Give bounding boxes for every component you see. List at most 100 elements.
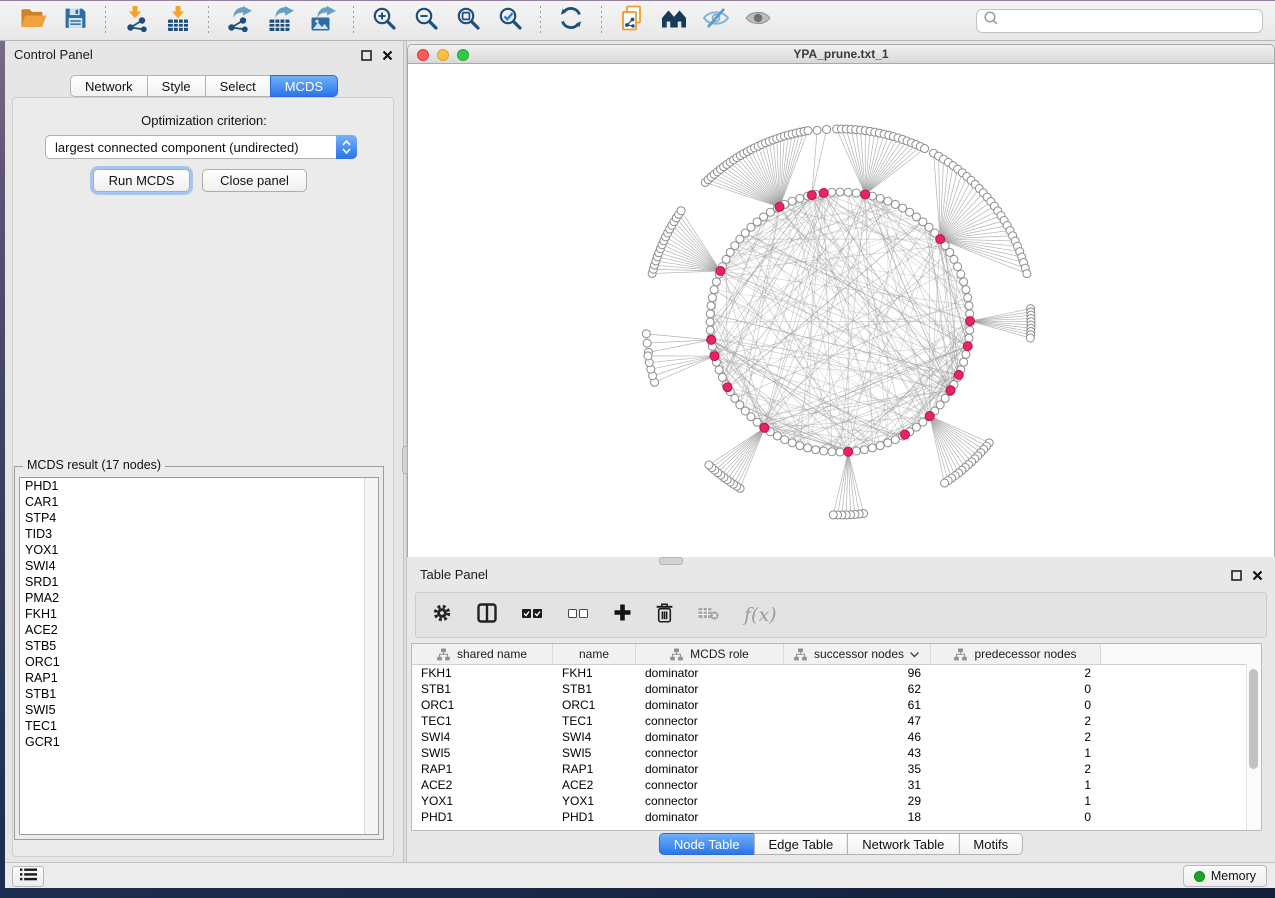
maximize-window-icon[interactable]: [457, 49, 469, 61]
table-row[interactable]: STB1STB1dominator620: [412, 681, 1261, 697]
tab-style[interactable]: Style: [147, 75, 206, 97]
tab-motifs[interactable]: Motifs: [958, 833, 1023, 855]
table-cell: 2: [931, 714, 1101, 728]
table-cell: connector: [636, 714, 784, 728]
tab-select[interactable]: Select: [205, 75, 271, 97]
tab-mcds[interactable]: MCDS: [270, 75, 338, 97]
close-panel-icon[interactable]: [382, 48, 393, 66]
table-row[interactable]: ORC1ORC1dominator610: [412, 697, 1261, 713]
save-session-button[interactable]: [60, 6, 90, 36]
mcds-result-item[interactable]: TEC1: [20, 718, 378, 734]
zoom-fit-icon: [455, 5, 481, 36]
table-row[interactable]: SWI5SWI5connector431: [412, 745, 1261, 761]
table-cell: 61: [784, 698, 931, 712]
column-header-mcds-role[interactable]: MCDS role: [636, 644, 784, 664]
mcds-result-item[interactable]: YOX1: [20, 542, 378, 558]
open-file-button[interactable]: [18, 6, 48, 36]
mcds-result-item[interactable]: STB5: [20, 638, 378, 654]
column-header-predecessor-nodes[interactable]: predecessor nodes: [931, 644, 1101, 664]
mcds-result-item[interactable]: ORC1: [20, 654, 378, 670]
mcds-result-item[interactable]: TID3: [20, 526, 378, 542]
close-panel-icon[interactable]: [1252, 568, 1263, 586]
table-row[interactable]: ACE2ACE2connector311: [412, 777, 1261, 793]
settings-gear-icon[interactable]: [432, 603, 452, 628]
show-column-icon[interactable]: [477, 603, 497, 628]
table-row[interactable]: PHD1PHD1dominator180: [412, 809, 1261, 825]
hide-selected-button[interactable]: [701, 6, 731, 36]
column-header-shared-name[interactable]: shared name: [412, 644, 553, 664]
refresh-view-button[interactable]: [556, 6, 586, 36]
close-window-icon[interactable]: [417, 49, 429, 61]
import-table-button[interactable]: [163, 6, 193, 36]
add-entry-icon[interactable]: [614, 604, 631, 626]
first-neighbors-button[interactable]: [659, 6, 689, 36]
zoom-in-button[interactable]: [369, 6, 399, 36]
tab-node-table[interactable]: Node Table: [659, 833, 755, 855]
minimize-window-icon[interactable]: [437, 49, 449, 61]
network-graph[interactable]: [408, 64, 1274, 555]
delete-entry-icon[interactable]: [656, 603, 673, 628]
table-cell: SWI5: [412, 746, 553, 760]
task-history-button[interactable]: [12, 866, 44, 887]
table-cell: 47: [784, 714, 931, 728]
zoom-selected-icon: [497, 5, 523, 36]
mcds-result-item[interactable]: STP4: [20, 510, 378, 526]
window-controls: [417, 49, 469, 61]
mcds-result-item[interactable]: ACE2: [20, 622, 378, 638]
import-table-icon: [164, 5, 192, 37]
export-network-button[interactable]: [224, 6, 254, 36]
table-row[interactable]: TEC1TEC1connector472: [412, 713, 1261, 729]
tab-network[interactable]: Network: [70, 75, 148, 97]
table-row[interactable]: RAP1RAP1dominator352: [412, 761, 1261, 777]
copy-network-button[interactable]: [617, 6, 647, 36]
open-folder-icon: [20, 7, 47, 35]
mcds-result-item[interactable]: CAR1: [20, 494, 378, 510]
mcds-result-item[interactable]: STB1: [20, 686, 378, 702]
zoom-out-button[interactable]: [411, 6, 441, 36]
mcds-result-item[interactable]: GCR1: [20, 734, 378, 750]
criterion-dropdown[interactable]: largest connected component (undirected): [45, 135, 357, 159]
table-toolbar: f(x): [415, 592, 1267, 638]
mcds-result-item[interactable]: RAP1: [20, 670, 378, 686]
export-image-button[interactable]: [308, 6, 338, 36]
close-panel-button[interactable]: Close panel: [202, 169, 307, 192]
mcds-result-item[interactable]: PMA2: [20, 590, 378, 606]
column-header-successor-nodes[interactable]: successor nodes: [784, 644, 931, 664]
mcds-result-item[interactable]: PHD1: [20, 478, 378, 494]
table-cell: 1: [931, 794, 1101, 808]
mcds-result-item[interactable]: SWI5: [20, 702, 378, 718]
table-row[interactable]: FKH1FKH1dominator962: [412, 665, 1261, 681]
network-window-titlebar[interactable]: YPA_prune.txt_1: [407, 44, 1275, 64]
search-input[interactable]: [999, 13, 1256, 28]
memory-button[interactable]: Memory: [1183, 865, 1267, 887]
toolbar-separator: [105, 6, 106, 36]
table-row[interactable]: YOX1YOX1connector291: [412, 793, 1261, 809]
zoom-out-icon: [413, 5, 439, 36]
network-view-canvas[interactable]: [407, 64, 1275, 557]
mcds-result-scrollbar[interactable]: [364, 478, 378, 834]
deselect-all-icon[interactable]: [568, 606, 589, 624]
mcds-result-item[interactable]: FKH1: [20, 606, 378, 622]
show-all-button[interactable]: [743, 6, 773, 36]
float-panel-icon[interactable]: [1231, 568, 1242, 586]
table-scrollbar-thumb[interactable]: [1249, 669, 1258, 769]
export-table-button[interactable]: [266, 6, 296, 36]
mcds-result-item[interactable]: SWI4: [20, 558, 378, 574]
select-all-icon[interactable]: [522, 606, 543, 624]
zoom-fit-button[interactable]: [453, 6, 483, 36]
import-network-button[interactable]: [121, 6, 151, 36]
table-scrollbar[interactable]: [1246, 664, 1261, 830]
mcds-result-item[interactable]: SRD1: [20, 574, 378, 590]
tab-network-table[interactable]: Network Table: [847, 833, 959, 855]
criterion-dropdown-value: largest connected component (undirected): [46, 140, 336, 155]
table-cell: dominator: [636, 730, 784, 744]
column-header-name[interactable]: name: [553, 644, 636, 664]
sort-chevron-icon: [909, 647, 920, 661]
network-window: YPA_prune.txt_1: [407, 44, 1275, 558]
table-cell: connector: [636, 746, 784, 760]
float-panel-icon[interactable]: [361, 48, 372, 66]
zoom-selected-button[interactable]: [495, 6, 525, 36]
tab-edge-table[interactable]: Edge Table: [753, 833, 848, 855]
run-mcds-button[interactable]: Run MCDS: [93, 169, 190, 192]
table-row[interactable]: SWI4SWI4dominator462: [412, 729, 1261, 745]
